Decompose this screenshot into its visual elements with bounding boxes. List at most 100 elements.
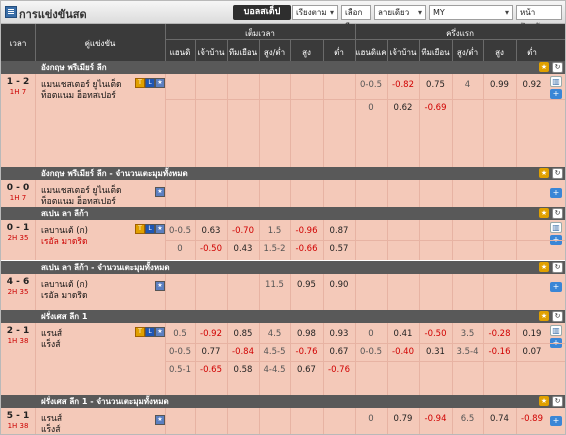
live-icon[interactable]: L xyxy=(145,78,155,88)
odds-fh-1[interactable]: 0.62 xyxy=(387,103,419,113)
odds-fh-2[interactable]: -0.50 xyxy=(419,329,452,339)
odds-ft-1[interactable]: -0.92 xyxy=(195,329,227,339)
expand-plus-icon[interactable]: + xyxy=(550,282,562,292)
odds-fh-2[interactable]: -0.94 xyxy=(419,414,452,424)
stats-icon[interactable]: ★ xyxy=(155,78,165,88)
odds-ft-4[interactable]: 0.98 xyxy=(290,329,323,339)
odds-fh-2[interactable]: 0.31 xyxy=(419,347,452,357)
stats-icon[interactable]: ★ xyxy=(155,281,165,291)
col-fh-3: สูง/ต่ำ xyxy=(456,48,479,57)
odds-fh-5[interactable]: 0.07 xyxy=(516,347,548,357)
odds-fh-4[interactable]: 0.99 xyxy=(483,80,516,90)
match-score: 1 - 2 xyxy=(6,77,30,87)
refresh-icon[interactable]: ↻ xyxy=(552,208,563,219)
tv-icon[interactable]: T xyxy=(135,224,145,234)
odds-ft-5[interactable]: -0.76 xyxy=(323,365,355,375)
odds-ft-2[interactable]: -0.70 xyxy=(227,226,259,236)
favorite-icon[interactable]: ★ xyxy=(539,396,549,406)
page-title: การแข่งขันสด xyxy=(19,8,87,21)
refresh-icon[interactable]: ↻ xyxy=(552,396,563,407)
odds-ft-5[interactable]: 0.57 xyxy=(323,244,355,254)
odds-fh-5[interactable]: 0.19 xyxy=(516,329,548,339)
refresh-page-button[interactable]: หน้าปัจจุบัน xyxy=(516,5,562,31)
league-select-button[interactable]: เลือกลีค xyxy=(341,5,371,31)
away-team: แร็งส์ xyxy=(41,340,61,350)
odds-ft-3[interactable]: 1.5 xyxy=(259,226,290,236)
live-icon[interactable]: L xyxy=(145,327,155,337)
odds-ft-3[interactable]: 11.5 xyxy=(259,280,290,290)
stats-icon[interactable]: ★ xyxy=(155,187,165,197)
odds-ft-2[interactable]: 0.43 xyxy=(227,244,259,254)
tv-icon[interactable]: T xyxy=(135,327,145,337)
odds-ft-0: 0 xyxy=(177,244,183,254)
odds-fh-2[interactable]: -0.69 xyxy=(419,103,452,113)
odds-ft-4[interactable]: -0.66 xyxy=(290,244,323,254)
favorite-icon[interactable]: ★ xyxy=(539,62,549,72)
favorite-icon[interactable]: ★ xyxy=(539,262,549,272)
odds-ft-3[interactable]: 4.5-5 xyxy=(259,347,290,357)
odds-ft-3[interactable]: 1.5-2 xyxy=(259,244,290,254)
odds-ft-2[interactable]: -0.84 xyxy=(227,347,259,357)
refresh-icon[interactable]: ↻ xyxy=(552,62,563,73)
league-name: อังกฤษ พรีเมียร์ ลีก xyxy=(41,63,107,72)
odds-fh-3[interactable]: 6.5 xyxy=(452,414,483,424)
odds-fh-4[interactable]: 0.74 xyxy=(483,414,516,424)
stats-icon[interactable]: ★ xyxy=(155,327,165,337)
odds-ft-4[interactable]: -0.76 xyxy=(290,347,323,357)
expand-plus-icon[interactable]: + xyxy=(550,188,562,198)
odds-ft-5[interactable]: 0.67 xyxy=(323,347,355,357)
expand-plus-icon[interactable]: + xyxy=(550,89,562,99)
live-icon[interactable]: L xyxy=(145,224,155,234)
odds-type-select[interactable]: ลายเดียว xyxy=(374,5,426,20)
refresh-icon[interactable]: ↻ xyxy=(552,311,563,322)
odds-fh-1[interactable]: -0.40 xyxy=(387,347,419,357)
odds-fh-4[interactable]: -0.28 xyxy=(483,329,516,339)
odds-fh-4[interactable]: -0.16 xyxy=(483,347,516,357)
odds-fh-3[interactable]: 3.5-4 xyxy=(452,347,483,357)
live-odds-window: การแข่งขันสด บอลสเต็ป เรียงตามเวลา เลือก… xyxy=(0,0,566,435)
odds-ft-1[interactable]: 0.63 xyxy=(195,226,227,236)
favorite-icon[interactable]: ★ xyxy=(539,311,549,321)
odds-ft-4[interactable]: 0.95 xyxy=(290,280,323,290)
odds-ft-1[interactable]: -0.65 xyxy=(195,365,227,375)
odds-ft-4[interactable]: 0.67 xyxy=(290,365,323,375)
odds-ft-1[interactable]: 0.77 xyxy=(195,347,227,357)
odds-fh-3[interactable]: 4 xyxy=(452,80,483,90)
chart-icon[interactable]: ▥ xyxy=(550,222,562,233)
stats-icon[interactable]: ★ xyxy=(155,415,165,425)
odds-fh-5[interactable]: -0.89 xyxy=(516,414,548,424)
odds-fh-3[interactable]: 3.5 xyxy=(452,329,483,339)
odds-ft-3[interactable]: 4-4.5 xyxy=(259,365,290,375)
odds-ft-1[interactable]: -0.50 xyxy=(195,244,227,254)
sort-select[interactable]: เรียงตามเวลา xyxy=(292,5,338,31)
stats-icon[interactable]: ★ xyxy=(155,224,165,234)
match-row: 0 - 12H 35เลบานเต้ (ก)เรอัล มาดริดTL★▥+0… xyxy=(1,220,565,261)
odds-ft-2[interactable]: 0.85 xyxy=(227,329,259,339)
currency-select[interactable]: MY xyxy=(429,5,513,20)
odds-ft-5[interactable]: 0.87 xyxy=(323,226,355,236)
odds-fh-1[interactable]: -0.82 xyxy=(387,80,419,90)
refresh-icon[interactable]: ↻ xyxy=(552,262,563,273)
chart-icon[interactable]: ▥ xyxy=(550,325,562,336)
live-bet-button[interactable]: บอลสเต็ป xyxy=(233,5,291,20)
odds-fh-2[interactable]: 0.75 xyxy=(419,80,452,90)
chart-icon[interactable]: ▥ xyxy=(550,76,562,87)
match-time: 1H 7 xyxy=(9,88,27,96)
odds-ft-0: 0-0.5 xyxy=(169,347,191,357)
odds-ft-5[interactable]: 0.90 xyxy=(323,280,355,290)
match-row: 4 - 6 2H 35 เลบานเต้ (ก) เรอัล มาดริด ★ +11.5… xyxy=(1,274,565,311)
odds-fh-1[interactable]: 0.41 xyxy=(387,329,419,339)
favorite-icon[interactable]: ★ xyxy=(539,168,549,178)
odds-ft-2[interactable]: 0.58 xyxy=(227,365,259,375)
tv-icon[interactable]: T xyxy=(135,78,145,88)
odds-fh-5[interactable]: 0.92 xyxy=(516,80,548,90)
odds-ft-5[interactable]: 0.93 xyxy=(323,329,355,339)
odds-ft-4[interactable]: -0.96 xyxy=(290,226,323,236)
league-header: อังกฤษ พรีเมียร์ ลีก ★ ↻ xyxy=(1,61,565,74)
expand-plus-icon[interactable]: + xyxy=(550,416,562,426)
odds-ft-3[interactable]: 4.5 xyxy=(259,329,290,339)
odds-fh-1[interactable]: 0.79 xyxy=(387,414,419,424)
away-team: ท็อตแนม ฮ็อทสเปอร์ xyxy=(41,91,116,101)
refresh-icon[interactable]: ↻ xyxy=(552,168,563,179)
favorite-icon[interactable]: ★ xyxy=(539,208,549,218)
